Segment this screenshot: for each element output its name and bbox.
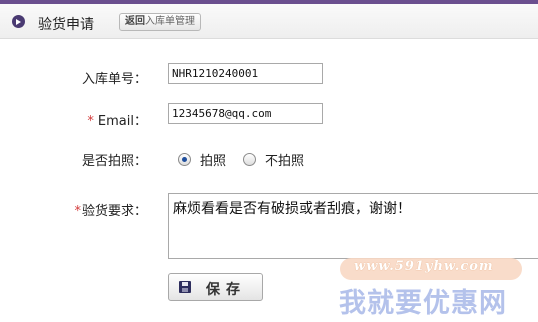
order-number-label: 入库单号： — [81, 72, 147, 87]
email-field[interactable]: 12345678@qq.com — [168, 103, 323, 124]
play-arrow-icon — [12, 15, 25, 28]
email-label: Email： — [97, 114, 147, 129]
photo-label: 是否拍照： — [81, 154, 147, 169]
watermark-url: www.591yhw.com — [354, 259, 494, 274]
back-button-label: 入库单管理 — [145, 16, 195, 27]
save-button[interactable]: 保存 — [168, 273, 263, 301]
requirement-label-wrap: *验货要求： — [74, 200, 147, 219]
order-number-field[interactable]: NHR1210240001 — [168, 63, 323, 84]
requirement-label: 验货要求： — [81, 204, 147, 219]
page-title: 验货申请 — [38, 17, 94, 33]
save-button-label: 保存 — [206, 282, 246, 298]
title-bar: 验货申请 返回入库单管理 — [0, 4, 538, 39]
email-label-wrap: * Email： — [87, 110, 147, 129]
floppy-disk-icon — [179, 281, 191, 293]
requirement-textarea[interactable]: 麻烦看看是否有破损或者刮痕，谢谢！ — [168, 193, 538, 259]
required-mark: * — [74, 204, 81, 219]
watermark-logo-text: 我就要优惠网 — [339, 288, 507, 319]
back-to-inbound-list-button[interactable]: 返回入库单管理 — [119, 13, 201, 31]
back-button-prefix: 返回 — [125, 16, 145, 27]
photo-no-radio[interactable] — [243, 153, 256, 166]
required-mark: * — [87, 114, 94, 129]
photo-yes-radio[interactable] — [178, 153, 191, 166]
photo-yes-label[interactable]: 拍照 — [200, 150, 226, 169]
photo-no-label[interactable]: 不拍照 — [265, 150, 304, 169]
